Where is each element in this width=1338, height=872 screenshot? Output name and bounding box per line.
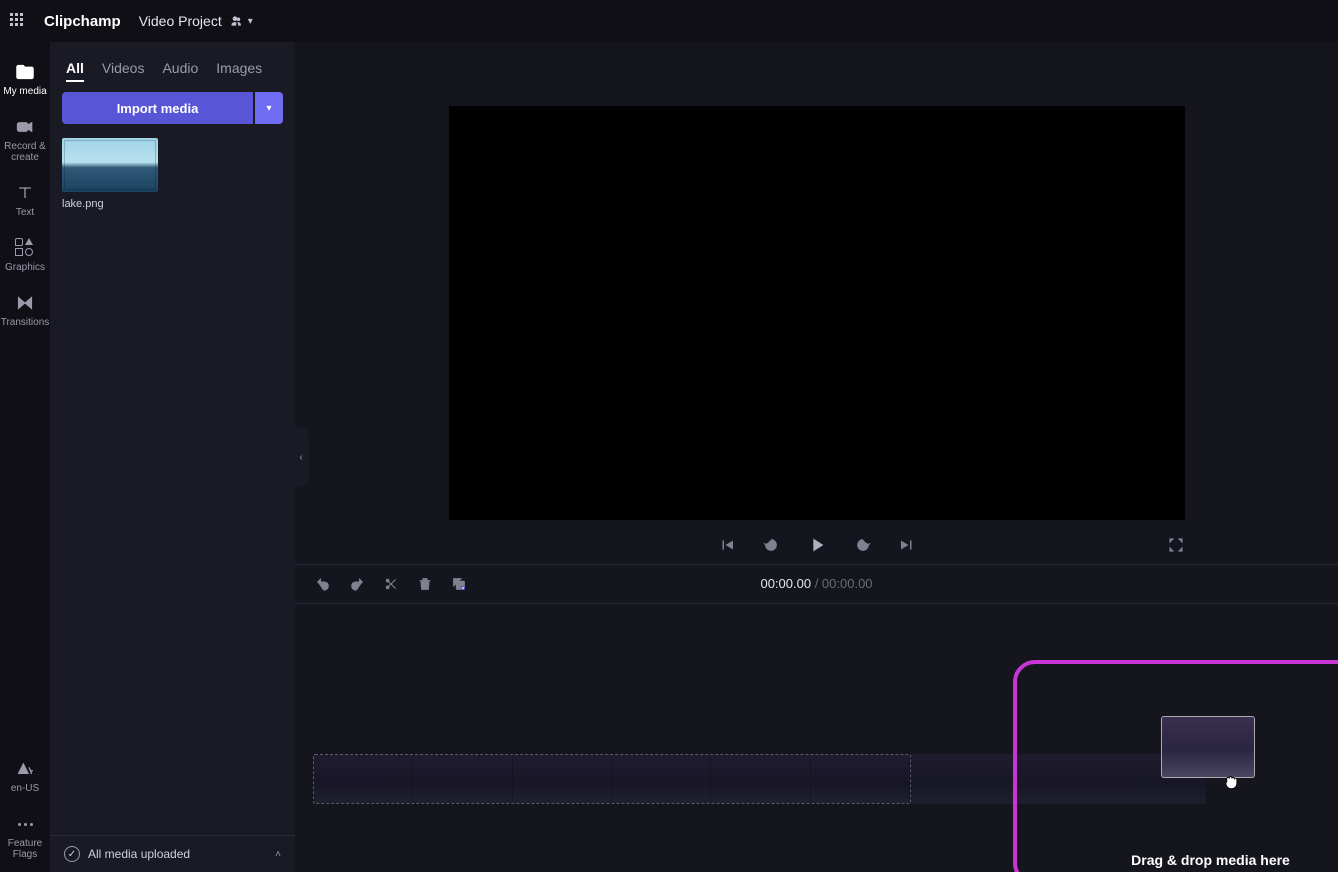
rail-transitions[interactable]: Transitions bbox=[0, 285, 50, 340]
app-launcher-icon[interactable] bbox=[10, 13, 26, 29]
left-rail: My media Record & create Text Graphics T… bbox=[0, 42, 50, 872]
app-brand: Clipchamp bbox=[44, 13, 121, 30]
check-circle-icon: ✓ bbox=[64, 846, 80, 862]
folder-icon bbox=[15, 62, 35, 82]
delete-icon[interactable] bbox=[417, 576, 433, 592]
rail-label: Transitions bbox=[1, 317, 50, 328]
media-thumbnail bbox=[62, 138, 158, 192]
rail-feature-flags[interactable]: Feature Flags bbox=[0, 806, 50, 872]
share-people-icon bbox=[228, 14, 242, 28]
rail-label: Record & create bbox=[0, 141, 50, 163]
timecode-total: 00:00.00 bbox=[822, 576, 873, 591]
media-panel: All Videos Audio Images Import media ▾ l… bbox=[50, 42, 295, 872]
rail-text[interactable]: Text bbox=[0, 175, 50, 230]
media-item[interactable]: lake.png bbox=[62, 138, 158, 210]
tab-images[interactable]: Images bbox=[216, 60, 262, 82]
media-grid: lake.png bbox=[50, 124, 295, 224]
main-area: 5 5 00:00.00 / 00:00.00 bbox=[295, 42, 1338, 872]
timecode-current: 00:00.00 bbox=[760, 576, 811, 591]
fullscreen-icon[interactable] bbox=[1167, 536, 1185, 554]
tab-videos[interactable]: Videos bbox=[102, 60, 145, 82]
timeline-toolbar: 00:00.00 / 00:00.00 bbox=[295, 564, 1338, 604]
skip-start-icon[interactable] bbox=[718, 536, 736, 554]
rail-label: Feature Flags bbox=[0, 838, 50, 860]
language-icon bbox=[15, 759, 35, 779]
rail-my-media[interactable]: My media bbox=[0, 54, 50, 109]
upload-status-bar[interactable]: ✓ All media uploaded ˄ bbox=[50, 835, 295, 872]
camera-icon bbox=[15, 117, 35, 137]
tab-audio[interactable]: Audio bbox=[162, 60, 198, 82]
media-item-name: lake.png bbox=[62, 198, 158, 210]
forward-5-icon[interactable]: 5 bbox=[854, 536, 872, 554]
app-header: Clipchamp Video Project ▾ bbox=[0, 0, 1338, 42]
rail-graphics[interactable]: Graphics bbox=[0, 230, 50, 285]
tab-all[interactable]: All bbox=[66, 60, 84, 82]
rail-label: Graphics bbox=[5, 262, 45, 273]
transitions-icon bbox=[15, 293, 35, 313]
rail-language[interactable]: en-US bbox=[0, 751, 50, 806]
upload-status-label: All media uploaded bbox=[88, 847, 190, 861]
video-preview[interactable] bbox=[449, 106, 1185, 520]
import-media-button[interactable]: Import media bbox=[62, 92, 253, 124]
project-name-dropdown[interactable]: Video Project ▾ bbox=[139, 13, 253, 29]
playback-controls: 5 5 bbox=[449, 520, 1185, 564]
skip-end-icon[interactable] bbox=[898, 536, 916, 554]
dragging-media-thumb bbox=[1161, 716, 1255, 778]
text-icon bbox=[15, 183, 35, 203]
timeline-track-ghost bbox=[313, 754, 911, 804]
rail-record-create[interactable]: Record & create bbox=[0, 109, 50, 175]
timeline[interactable]: Drag & drop media here bbox=[295, 604, 1338, 872]
split-icon[interactable] bbox=[383, 576, 399, 592]
chevron-down-icon: ▾ bbox=[266, 103, 271, 114]
media-tabs: All Videos Audio Images bbox=[50, 42, 295, 92]
duplicate-icon[interactable] bbox=[451, 576, 467, 592]
grab-cursor-icon bbox=[1221, 772, 1241, 792]
drop-hint-label: Drag & drop media here bbox=[1013, 852, 1338, 868]
rewind-5-icon[interactable]: 5 bbox=[762, 536, 780, 554]
rail-label: en-US bbox=[11, 783, 39, 794]
redo-icon[interactable] bbox=[349, 576, 365, 592]
play-icon[interactable] bbox=[806, 534, 828, 556]
rail-label: My media bbox=[3, 86, 46, 97]
undo-icon[interactable] bbox=[315, 576, 331, 592]
project-name-label: Video Project bbox=[139, 13, 222, 29]
timecode: 00:00.00 / 00:00.00 bbox=[760, 576, 872, 592]
import-media-dropdown[interactable]: ▾ bbox=[255, 92, 283, 124]
rail-label: Text bbox=[16, 207, 34, 218]
shapes-icon bbox=[15, 238, 35, 258]
chevron-down-icon: ▾ bbox=[248, 16, 253, 27]
panel-collapse-handle[interactable]: ‹ bbox=[293, 427, 309, 487]
chevron-up-icon: ˄ bbox=[275, 849, 281, 860]
dots-icon bbox=[15, 814, 35, 834]
